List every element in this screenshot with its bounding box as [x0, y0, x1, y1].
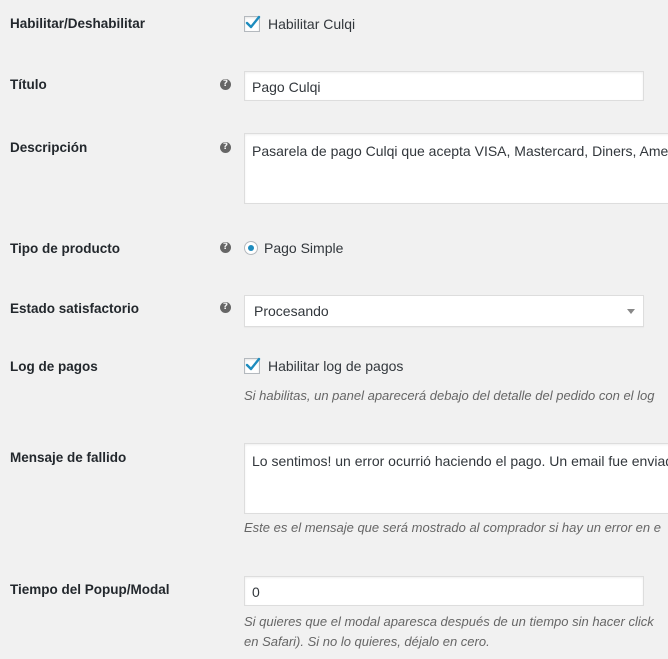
popup-time-input[interactable]: 0: [244, 576, 644, 606]
settings-form: Habilitar/Deshabilitar Habilitar Culqi T…: [0, 0, 668, 659]
product-type-radio-label[interactable]: Pago Simple: [264, 240, 343, 256]
failure-message-description: Este es el mensaje que será mostrado al …: [244, 520, 661, 535]
success-state-select[interactable]: Procesando: [244, 295, 644, 327]
popup-time-label: Tiempo del Popup/Modal: [10, 582, 170, 597]
help-icon[interactable]: ?: [220, 79, 231, 90]
product-type-label: Tipo de producto: [10, 241, 120, 256]
payment-log-label: Log de pagos: [10, 359, 98, 374]
payment-log-checkbox[interactable]: [244, 357, 261, 374]
checkmark-icon: [245, 357, 261, 371]
popup-time-description-line1: Si quieres que el modal aparesca después…: [244, 614, 654, 629]
popup-time-description-line2: en Safari). Si no lo quieres, déjalo en …: [244, 634, 490, 649]
success-state-label: Estado satisfactorio: [10, 301, 140, 316]
product-type-radio-simple[interactable]: [244, 241, 258, 255]
enable-label: Habilitar/Deshabilitar: [10, 16, 146, 31]
payment-log-checkbox-label[interactable]: Habilitar log de pagos: [268, 358, 403, 374]
title-label: Título: [10, 77, 47, 92]
title-input[interactable]: Pago Culqi: [244, 71, 644, 101]
help-icon[interactable]: ?: [220, 142, 231, 153]
enable-checkbox[interactable]: [244, 15, 261, 32]
help-icon[interactable]: ?: [220, 242, 231, 253]
payment-log-description: Si habilitas, un panel aparecerá debajo …: [244, 388, 655, 403]
chevron-down-icon: [627, 309, 635, 314]
failure-message-textarea[interactable]: Lo sentimos! un error ocurrió haciendo e…: [244, 443, 668, 514]
radio-selected-dot: [248, 245, 254, 251]
help-icon[interactable]: ?: [220, 302, 231, 313]
success-state-selected-value: Procesando: [254, 303, 329, 319]
description-textarea[interactable]: Pasarela de pago Culqi que acepta VISA, …: [244, 133, 668, 204]
enable-checkbox-label[interactable]: Habilitar Culqi: [268, 16, 355, 32]
description-label: Descripción: [10, 140, 88, 155]
checkmark-icon: [245, 15, 261, 29]
failure-message-label: Mensaje de fallido: [10, 450, 127, 465]
